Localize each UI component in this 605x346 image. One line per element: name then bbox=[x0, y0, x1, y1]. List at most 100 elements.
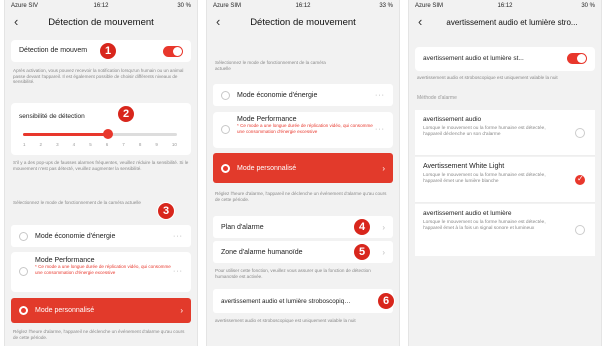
radio-selected-icon bbox=[221, 163, 230, 173]
mode-performance-note: * Ce mode a une longue durée de réplicat… bbox=[237, 123, 373, 134]
alarm-method-option[interactable]: avertissement audio Lorsque le mouvement… bbox=[415, 110, 595, 156]
time-label: 16:12 bbox=[295, 2, 311, 9]
sensitivity-ticks: 1 2 3 4 5 6 7 8 9 10 bbox=[23, 142, 177, 147]
chevron-right-icon: › bbox=[382, 222, 385, 232]
custom-mode-description: Réglez l'heure d'alarme, l'appareil ne d… bbox=[215, 191, 387, 202]
callout-badge-1: 1 bbox=[99, 42, 117, 60]
tick-label: 7 bbox=[122, 142, 125, 147]
nav-bar: ‹ Détection de mouvement bbox=[207, 11, 399, 33]
alarm-method-title: avertissement audio bbox=[423, 116, 482, 123]
tick-label: 5 bbox=[89, 142, 92, 147]
mode-eco-label: Mode économie d'énergie bbox=[237, 91, 318, 99]
page-title: avertissement audio et lumière stro... bbox=[446, 17, 578, 27]
callout-badge-2: 2 bbox=[117, 105, 135, 123]
callout-badge-5: 5 bbox=[353, 243, 371, 261]
sensitivity-slider[interactable] bbox=[23, 129, 177, 139]
audio-strobe-label: avertissement audio et lumière strobosco… bbox=[221, 297, 351, 305]
select-mode-description: Sélectionnez le mode de fonctionnement d… bbox=[215, 60, 326, 71]
alarm-method-title: Avertissement White Light bbox=[423, 163, 505, 170]
audio-strobe-row[interactable]: avertissement audio et lumière strobosco… bbox=[213, 289, 393, 313]
radio-icon bbox=[221, 125, 230, 134]
sensitivity-card: sensibilité de détection 1 2 3 4 5 6 7 8… bbox=[11, 103, 191, 155]
humanoid-zone-label: Zone d'alarme humanoïde bbox=[221, 248, 303, 256]
radio-selected-icon bbox=[575, 174, 585, 185]
audio-strobe-description: avertissement audio et stroboscopique es… bbox=[215, 318, 356, 323]
mode-custom-label: Mode personnalisé bbox=[237, 164, 297, 172]
alarm-method-option[interactable]: Avertissement White Light Lorsque le mou… bbox=[415, 157, 595, 203]
more-dots-icon[interactable]: ··· bbox=[375, 126, 385, 133]
tick-label: 4 bbox=[72, 142, 76, 147]
phone-screen-2: Azure SIM 16:12 33 % ‹ Détection de mouv… bbox=[206, 0, 400, 346]
sensitivity-description: S'il y a des pop-ups de fausses alarmes … bbox=[13, 160, 189, 171]
chevron-right-icon: › bbox=[382, 247, 385, 257]
callout-badge-4: 4 bbox=[353, 218, 371, 236]
select-mode-description: Sélectionnez le mode de fonctionnement d… bbox=[13, 200, 141, 205]
audio-strobe-description: avertissement audio et stroboscopique es… bbox=[417, 75, 558, 80]
stage: Azure SIV 16:12 30 % ‹ Détection de mouv… bbox=[0, 0, 605, 346]
sensitivity-label: sensibilité de détection bbox=[19, 113, 85, 120]
mode-custom-option[interactable]: Mode personnalisé › bbox=[213, 153, 393, 183]
mode-eco-label: Mode économie d'énergie bbox=[35, 232, 116, 240]
sensitivity-slider-knob[interactable] bbox=[103, 129, 114, 139]
mode-custom-label: Mode personnalisé bbox=[35, 307, 95, 314]
callout-badge-3: 3 bbox=[157, 202, 175, 220]
tick-label: 3 bbox=[56, 142, 59, 147]
tick-label: 9 bbox=[155, 142, 158, 147]
radio-icon bbox=[19, 267, 28, 276]
motion-detection-label: Détection de mouvem bbox=[19, 47, 88, 54]
mode-eco-option[interactable]: Mode économie d'énergie ··· bbox=[11, 225, 191, 247]
radio-unselected-icon bbox=[575, 127, 585, 138]
mode-performance-note: * Ce mode a une longue durée de réplicat… bbox=[35, 264, 171, 275]
alarm-plan-label: Plan d'alarme bbox=[221, 223, 264, 231]
status-bar: Azure SIM 16:12 30 % bbox=[409, 0, 601, 11]
nav-bar: ‹ Détection de mouvement bbox=[5, 11, 197, 33]
alarm-method-option[interactable]: avertissement audio et lumière Lorsque l… bbox=[415, 204, 595, 256]
mode-custom-option[interactable]: Mode personnalisé › bbox=[11, 298, 191, 323]
alarm-method-label: Méthode d'alarme bbox=[417, 95, 457, 101]
audio-strobe-toggle-row: avertissement audio et lumière st... bbox=[415, 47, 595, 71]
audio-strobe-toggle[interactable] bbox=[567, 53, 587, 64]
status-bar: Azure SIM 16:12 33 % bbox=[207, 0, 399, 11]
motion-detection-description: Après activation, vous pouvez recevoir l… bbox=[13, 68, 184, 85]
motion-detection-toggle[interactable] bbox=[163, 46, 183, 57]
sensitivity-slider-fill bbox=[23, 133, 108, 136]
radio-selected-icon bbox=[19, 306, 28, 315]
mode-performance-option[interactable]: Mode Performance * Ce mode a une longue … bbox=[213, 112, 393, 148]
alarm-method-title: avertissement audio et lumière bbox=[423, 210, 512, 217]
alarm-method-description: Lorsque le mouvement ou la forme humaine… bbox=[423, 126, 546, 137]
tick-label: 10 bbox=[171, 142, 177, 147]
custom-footer-text: Réglez l'heure d'alarme, l'appareil ne d… bbox=[13, 329, 185, 340]
more-dots-icon[interactable]: ··· bbox=[173, 268, 183, 275]
audio-strobe-toggle-label: avertissement audio et lumière st... bbox=[423, 55, 524, 62]
page-title: Détection de mouvement bbox=[48, 16, 154, 28]
chevron-right-icon: › bbox=[180, 306, 183, 315]
radio-unselected-icon bbox=[575, 225, 585, 235]
chevron-left-icon[interactable]: ‹ bbox=[418, 14, 422, 29]
phone-screen-3: Azure SIM 16:12 30 % ‹ avertissement aud… bbox=[408, 0, 602, 346]
tick-label: 6 bbox=[105, 142, 109, 147]
phone-screen-1: Azure SIV 16:12 30 % ‹ Détection de mouv… bbox=[4, 0, 198, 346]
chevron-left-icon[interactable]: ‹ bbox=[14, 14, 18, 29]
mode-performance-label: Mode Performance bbox=[35, 257, 95, 264]
radio-icon bbox=[221, 90, 230, 100]
more-dots-icon[interactable]: ··· bbox=[375, 92, 385, 99]
alarm-method-description: Lorsque le mouvement ou la forme humaine… bbox=[423, 173, 546, 184]
time-label: 16:12 bbox=[497, 2, 513, 9]
tick-label: 2 bbox=[39, 142, 43, 147]
humanoid-zone-description: Pour utiliser cette fonction, veuillez v… bbox=[215, 268, 371, 279]
tick-label: 1 bbox=[23, 142, 26, 147]
nav-bar: ‹ avertissement audio et lumière stro... bbox=[409, 11, 601, 33]
status-bar: Azure SIV 16:12 30 % bbox=[5, 0, 197, 11]
mode-performance-option[interactable]: Mode Performance * Ce mode a une longue … bbox=[11, 252, 191, 292]
time-label: 16:12 bbox=[93, 2, 109, 9]
chevron-right-icon: › bbox=[382, 163, 385, 173]
mode-eco-option[interactable]: Mode économie d'énergie ··· bbox=[213, 84, 393, 106]
more-dots-icon[interactable]: ··· bbox=[173, 233, 183, 240]
tick-label: 8 bbox=[138, 142, 142, 147]
alarm-method-description: Lorsque le mouvement ou la forme humaine… bbox=[423, 220, 546, 231]
radio-icon bbox=[19, 231, 28, 241]
page-title: Détection de mouvement bbox=[250, 16, 356, 28]
mode-performance-label: Mode Performance bbox=[237, 116, 297, 123]
callout-badge-6: 6 bbox=[377, 292, 395, 310]
chevron-left-icon[interactable]: ‹ bbox=[216, 14, 220, 29]
